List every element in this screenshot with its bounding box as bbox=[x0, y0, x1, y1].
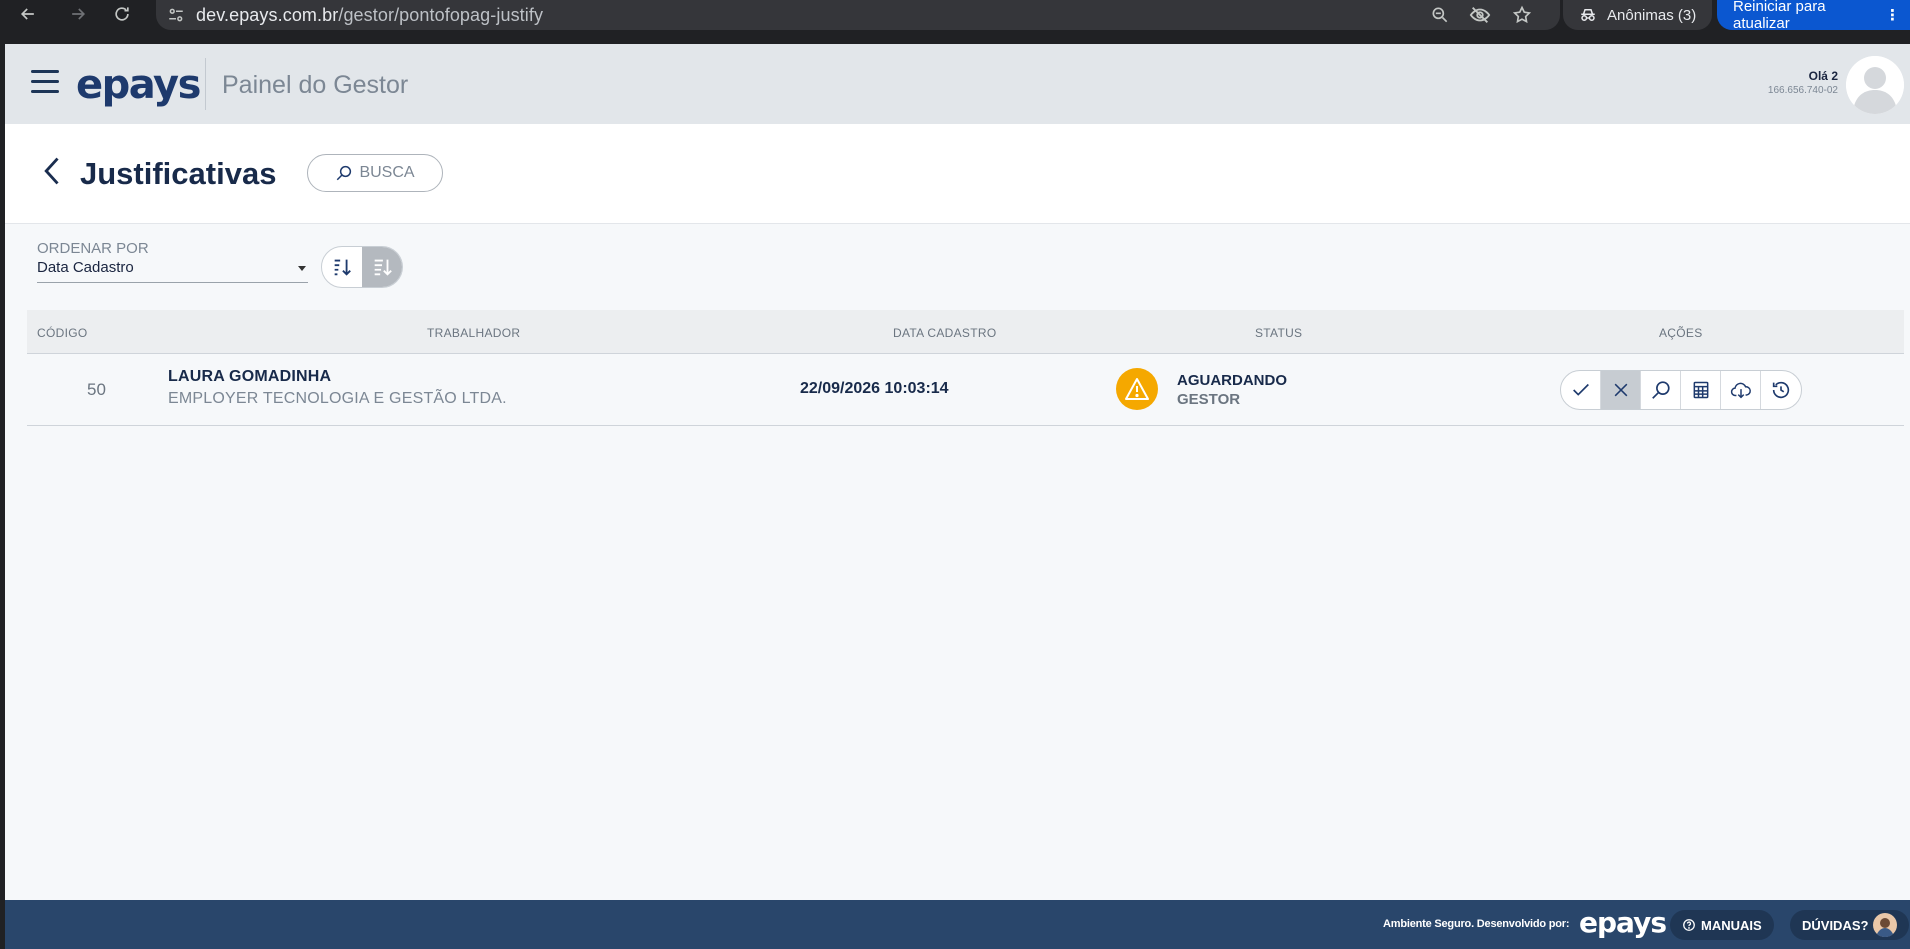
url-text[interactable]: dev.epays.com.br/gestor/pontofopag-justi… bbox=[196, 5, 543, 26]
history-icon[interactable] bbox=[1761, 371, 1801, 409]
table-header: CÓDIGO TRABALHADOR DATA CADASTRO STATUS … bbox=[27, 310, 1904, 354]
star-icon[interactable] bbox=[1510, 4, 1534, 26]
back-icon[interactable] bbox=[12, 0, 44, 28]
chevron-left-icon[interactable] bbox=[39, 154, 67, 188]
search-label: BUSCA bbox=[359, 164, 415, 181]
row-company: EMPLOYER TECNOLOGIA E GESTÃO LTDA. bbox=[168, 390, 507, 407]
row-actions bbox=[1560, 370, 1802, 410]
col-code[interactable]: CÓDIGO bbox=[37, 326, 87, 340]
top-bar: epays Painel do Gestor Olá 2 166.656.740… bbox=[5, 44, 1910, 124]
profile-label: Anônimas (3) bbox=[1607, 6, 1697, 24]
sort-label: ORDENAR POR bbox=[37, 240, 149, 257]
header-divider bbox=[205, 58, 206, 110]
warning-icon bbox=[1116, 368, 1158, 410]
page-header: Justificativas BUSCA bbox=[5, 124, 1910, 224]
footer-developed-by: Ambiente Seguro. Desenvolvido por: bbox=[1383, 918, 1570, 930]
incognito-profile[interactable]: Anônimas (3) bbox=[1563, 0, 1712, 30]
more-options-icon[interactable]: ⋮ bbox=[1885, 6, 1900, 24]
close-icon[interactable] bbox=[1601, 371, 1641, 409]
table-row[interactable]: 50 LAURA GOMADINHA EMPLOYER TECNOLOGIA E… bbox=[27, 354, 1904, 426]
update-button[interactable]: Reiniciar para atualizar ⋮ bbox=[1717, 0, 1910, 32]
page-title: Justificativas bbox=[80, 156, 277, 191]
row-worker-name: LAURA GOMADINHA bbox=[168, 368, 332, 385]
col-date[interactable]: DATA CADASTRO bbox=[893, 326, 996, 340]
sort-desc-icon[interactable] bbox=[362, 247, 402, 287]
support-avatar-icon bbox=[1873, 913, 1898, 937]
manuals-label: MANUAIS bbox=[1701, 917, 1762, 933]
app-window: epays Painel do Gestor Olá 2 166.656.740… bbox=[5, 44, 1910, 949]
col-worker[interactable]: TRABALHADOR bbox=[427, 326, 520, 340]
status-text-secondary: GESTOR bbox=[1177, 391, 1241, 408]
help-label: DÚVIDAS? bbox=[1802, 917, 1869, 933]
search-icon bbox=[337, 165, 352, 181]
search-icon[interactable] bbox=[1641, 371, 1681, 409]
col-actions: AÇÕES bbox=[1659, 326, 1703, 340]
site-settings-icon[interactable] bbox=[156, 6, 196, 24]
row-date: 22/09/2026 10:03:14 bbox=[800, 380, 949, 397]
footer-logo: epays bbox=[1579, 906, 1667, 939]
user-document: 166.656.740-02 bbox=[1767, 85, 1838, 96]
panel-title: Painel do Gestor bbox=[222, 71, 409, 99]
incognito-icon bbox=[1581, 9, 1595, 21]
help-button[interactable]: DÚVIDAS? bbox=[1790, 910, 1910, 940]
sort-selected-value: Data Cadastro bbox=[37, 259, 134, 276]
footer: Ambiente Seguro. Desenvolvido por: epays… bbox=[5, 900, 1910, 949]
menu-icon[interactable] bbox=[31, 70, 59, 94]
zoom-icon[interactable] bbox=[1428, 4, 1452, 26]
status-text-primary: AGUARDANDO bbox=[1177, 372, 1287, 389]
eye-off-icon[interactable] bbox=[1468, 4, 1492, 26]
row-code: 50 bbox=[87, 380, 106, 399]
epays-logo[interactable]: epays bbox=[76, 62, 201, 108]
update-label: Reiniciar para atualizar bbox=[1733, 0, 1826, 32]
forward-icon[interactable] bbox=[62, 0, 94, 28]
manuals-button[interactable]: MANUAIS bbox=[1670, 910, 1774, 940]
browser-chrome: dev.epays.com.br/gestor/pontofopag-justi… bbox=[0, 0, 1910, 44]
col-status[interactable]: STATUS bbox=[1255, 326, 1302, 340]
avatar[interactable] bbox=[1846, 56, 1904, 114]
address-bar[interactable]: dev.epays.com.br/gestor/pontofopag-justi… bbox=[156, 0, 1560, 30]
user-greeting: Olá 2 bbox=[1808, 69, 1838, 83]
check-icon[interactable] bbox=[1561, 371, 1601, 409]
sort-field[interactable]: ORDENAR POR Data Cadastro bbox=[37, 240, 308, 283]
cloud-download-icon[interactable] bbox=[1721, 371, 1761, 409]
caret-down-icon bbox=[298, 266, 306, 271]
help-circle-icon bbox=[1683, 919, 1695, 931]
reload-icon[interactable] bbox=[106, 0, 138, 28]
calculator-icon[interactable] bbox=[1681, 371, 1721, 409]
user-info: Olá 2 166.656.740-02 bbox=[1768, 69, 1838, 96]
sort-asc-icon[interactable] bbox=[322, 247, 362, 287]
search-button[interactable]: BUSCA bbox=[307, 154, 443, 192]
sort-direction-toggle[interactable] bbox=[321, 246, 403, 288]
sort-select[interactable]: Data Cadastro bbox=[37, 259, 308, 283]
